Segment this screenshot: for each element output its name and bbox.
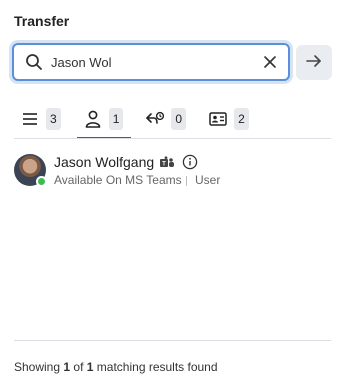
info-icon[interactable] xyxy=(182,154,198,170)
transfer-go-button[interactable] xyxy=(296,45,332,80)
result-name: Jason Wolfgang xyxy=(54,154,155,170)
result-item[interactable]: Jason Wolfgang T Available On MS Teams U… xyxy=(14,152,331,192)
tabs-divider xyxy=(14,138,331,139)
tab-recent[interactable]: 0 xyxy=(137,100,194,138)
search-box[interactable] xyxy=(12,43,290,81)
ms-teams-icon: T xyxy=(159,156,175,170)
tab-count-badge: 3 xyxy=(46,108,61,130)
list-icon xyxy=(20,109,40,129)
tab-all[interactable]: 3 xyxy=(12,100,69,138)
separator xyxy=(186,176,187,186)
person-icon xyxy=(83,109,103,129)
presence-available-icon xyxy=(36,176,47,187)
results-summary: Showing 1 of 1 matching results found xyxy=(14,360,218,374)
tab-users[interactable]: 1 xyxy=(75,100,132,139)
tab-count-badge: 1 xyxy=(108,108,124,130)
search-icon xyxy=(23,51,45,73)
tab-count-badge: 2 xyxy=(234,108,249,130)
tab-contacts[interactable]: 2 xyxy=(200,100,257,138)
svg-text:T: T xyxy=(162,162,166,168)
search-input[interactable] xyxy=(51,54,251,70)
footer-divider xyxy=(14,340,331,341)
panel-title: Transfer xyxy=(14,13,70,29)
recent-transfer-icon xyxy=(145,109,165,129)
clear-search-icon[interactable] xyxy=(262,54,278,70)
result-status: Available On MS Teams xyxy=(54,173,182,187)
filter-tabs: 3 1 0 2 xyxy=(12,100,332,140)
tab-count-badge: 0 xyxy=(171,108,187,130)
contact-card-icon xyxy=(208,109,228,129)
arrow-right-icon xyxy=(306,54,322,71)
result-role: User xyxy=(195,173,221,187)
